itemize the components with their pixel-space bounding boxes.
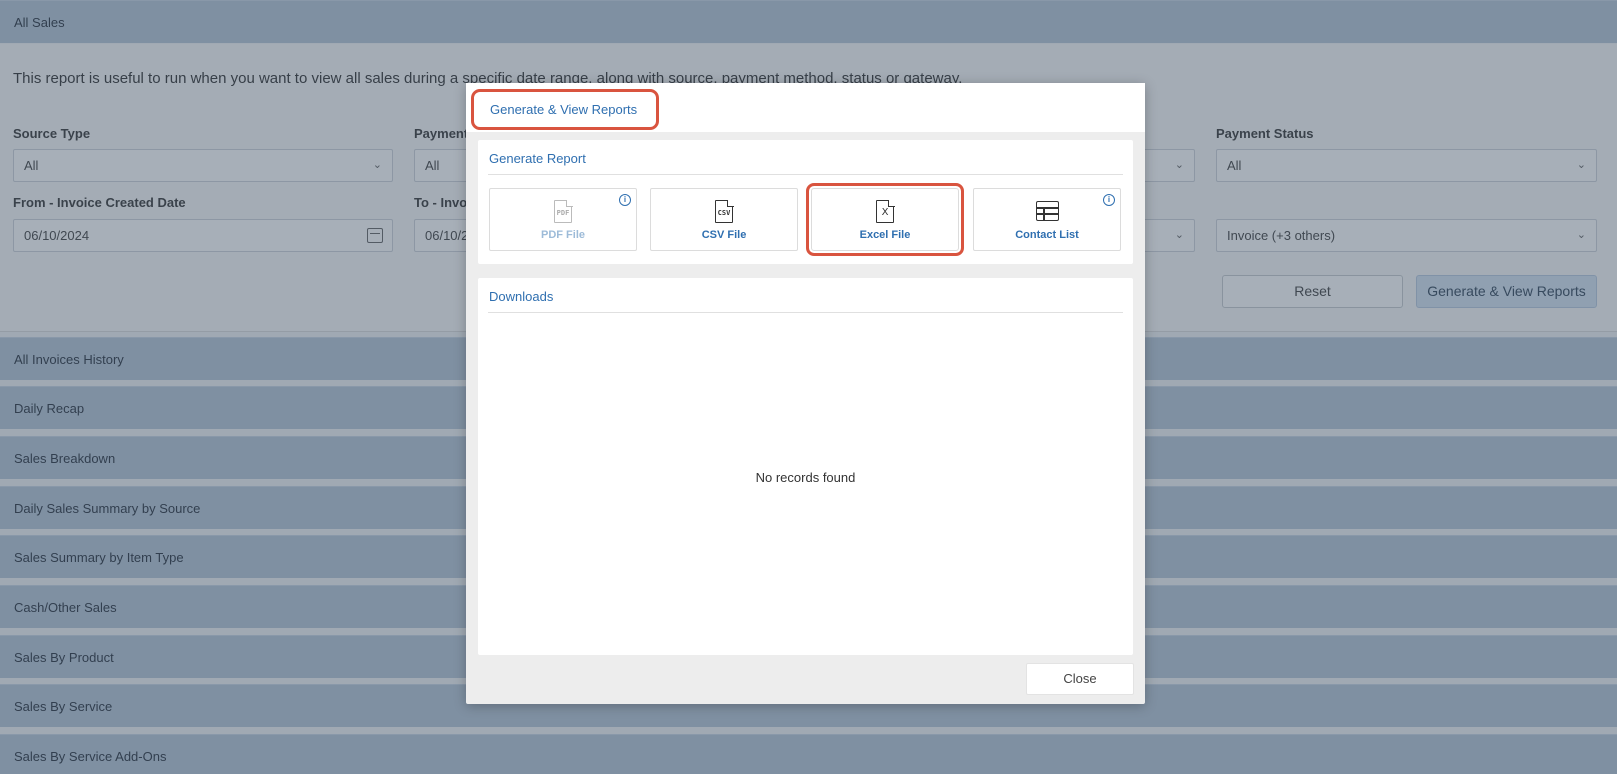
close-button[interactable]: Close <box>1026 663 1134 695</box>
option-label: PDF File <box>540 229 585 241</box>
pdf-file-icon: PDF <box>554 199 573 223</box>
generate-report-title: Generate Report <box>489 151 586 166</box>
excel-file-icon: X <box>876 199 895 223</box>
pdf-file-option[interactable]: PDF i PDF File <box>489 188 637 251</box>
downloads-card: Downloads No records found <box>478 278 1133 655</box>
modal-title: Generate & View Reports <box>471 89 659 130</box>
option-label: CSV File <box>701 229 747 241</box>
contact-list-option[interactable]: i Contact List <box>973 188 1121 251</box>
downloads-title: Downloads <box>489 289 554 304</box>
info-icon[interactable]: i <box>619 194 631 206</box>
divider <box>488 312 1123 313</box>
divider <box>488 174 1123 175</box>
option-label: Contact List <box>1015 229 1079 241</box>
info-icon[interactable]: i <box>1103 194 1115 206</box>
option-label: Excel File <box>859 229 911 241</box>
excel-file-option[interactable]: X Excel File <box>806 183 964 256</box>
generate-reports-modal: Generate & View Reports Generate Report … <box>466 83 1145 704</box>
csv-file-option[interactable]: CSV CSV File <box>650 188 798 251</box>
csv-file-icon: CSV <box>715 199 734 223</box>
modal-header: Generate & View Reports <box>466 83 1145 132</box>
table-icon <box>1036 201 1059 221</box>
generate-report-card: Generate Report PDF i PDF File CSV CSV F… <box>478 140 1133 264</box>
empty-state-text: No records found <box>755 470 856 485</box>
